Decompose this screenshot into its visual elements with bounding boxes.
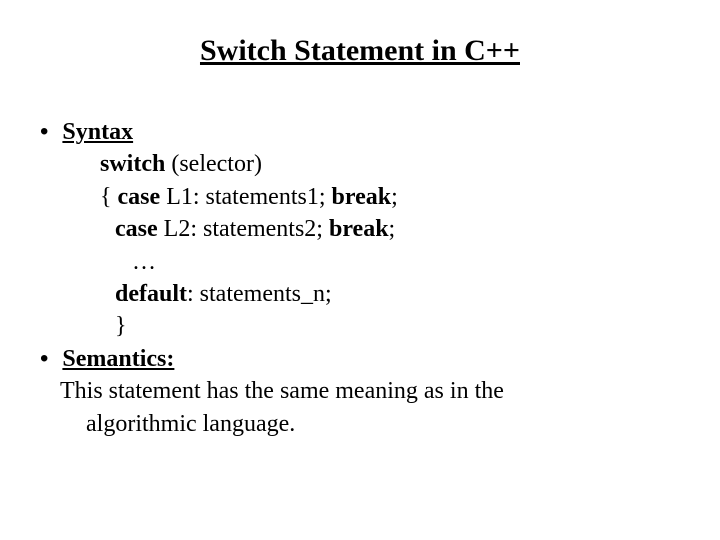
code-line-1: switch (selector) bbox=[30, 148, 690, 180]
paragraph-line-2: algorithmic language. bbox=[30, 408, 690, 440]
code-line-6: } bbox=[30, 310, 690, 342]
code-line-4: … bbox=[30, 246, 690, 278]
code-text: : statements_n; bbox=[187, 281, 332, 307]
brace-open: { bbox=[100, 184, 118, 210]
bullet-semantics-label: Semantics: bbox=[62, 343, 174, 375]
code-line-3: case L2: statements2; break; bbox=[30, 213, 690, 245]
bullet-dot-icon: • bbox=[30, 343, 62, 375]
kw-switch: switch bbox=[100, 151, 165, 177]
ellipsis: … bbox=[132, 249, 156, 275]
bullet-dot-icon: • bbox=[30, 116, 62, 148]
slide-body: • Syntax switch (selector) { case L1: st… bbox=[30, 116, 690, 440]
kw-case: case bbox=[118, 184, 161, 210]
kw-break: break bbox=[332, 184, 392, 210]
paragraph-line-1: This statement has the same meaning as i… bbox=[30, 375, 690, 407]
code-line-5: default: statements_n; bbox=[30, 278, 690, 310]
slide: Switch Statement in C++ • Syntax switch … bbox=[0, 0, 720, 540]
code-text: ; bbox=[389, 216, 396, 242]
code-text: L2: statements2; bbox=[158, 216, 329, 242]
code-text: L1: statements1; bbox=[160, 184, 331, 210]
kw-default: default bbox=[115, 281, 187, 307]
kw-break: break bbox=[329, 216, 389, 242]
slide-title: Switch Statement in C++ bbox=[30, 34, 690, 68]
kw-case: case bbox=[115, 216, 158, 242]
code-line-2: { case L1: statements1; break; bbox=[30, 181, 690, 213]
bullet-syntax: • Syntax bbox=[30, 116, 690, 148]
code-text: ; bbox=[391, 184, 398, 210]
bullet-semantics: • Semantics: bbox=[30, 343, 690, 375]
brace-close: } bbox=[115, 313, 127, 339]
bullet-syntax-label: Syntax bbox=[62, 116, 133, 148]
code-text: (selector) bbox=[165, 151, 262, 177]
